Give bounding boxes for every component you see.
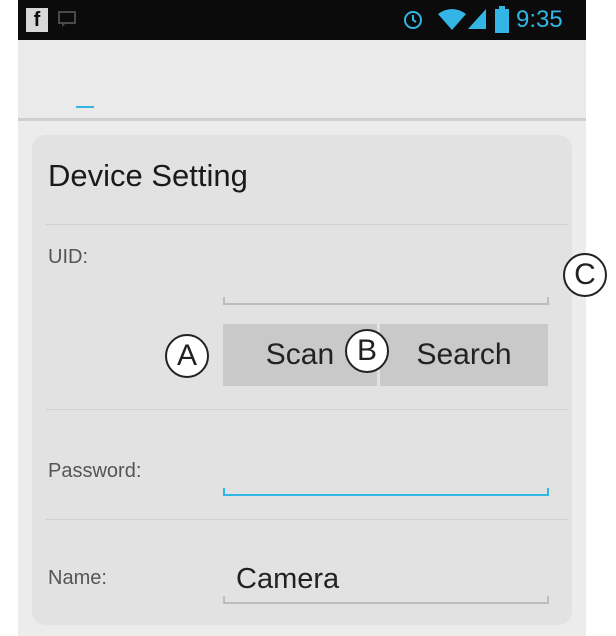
password-label: Password: [48,460,142,482]
device-setting-screen: f 9:35 Device Setting UID: Scan Search P… [18,0,586,636]
divider [46,224,568,225]
divider [46,409,568,410]
wifi-icon [438,9,466,30]
callout-c: C [563,253,607,297]
card-title: Device Setting [48,158,248,193]
status-bar: f 9:35 [18,0,586,40]
message-icon [58,11,76,27]
name-label: Name: [48,567,107,589]
action-bar [18,40,586,121]
facebook-icon: f [26,8,48,32]
tab-indicator [76,106,94,108]
name-input-value[interactable]: Camera [236,563,339,596]
password-input[interactable] [223,488,549,496]
signal-icon [468,9,486,29]
search-button[interactable]: Search [380,324,548,386]
status-time: 9:35 [516,6,563,33]
uid-label: UID: [48,246,88,268]
name-input[interactable] [223,596,549,604]
alarm-icon [404,11,422,29]
battery-icon [495,6,509,33]
divider [46,519,568,520]
callout-a: A [165,334,209,378]
uid-input[interactable] [223,297,549,305]
callout-b: B [345,329,389,373]
